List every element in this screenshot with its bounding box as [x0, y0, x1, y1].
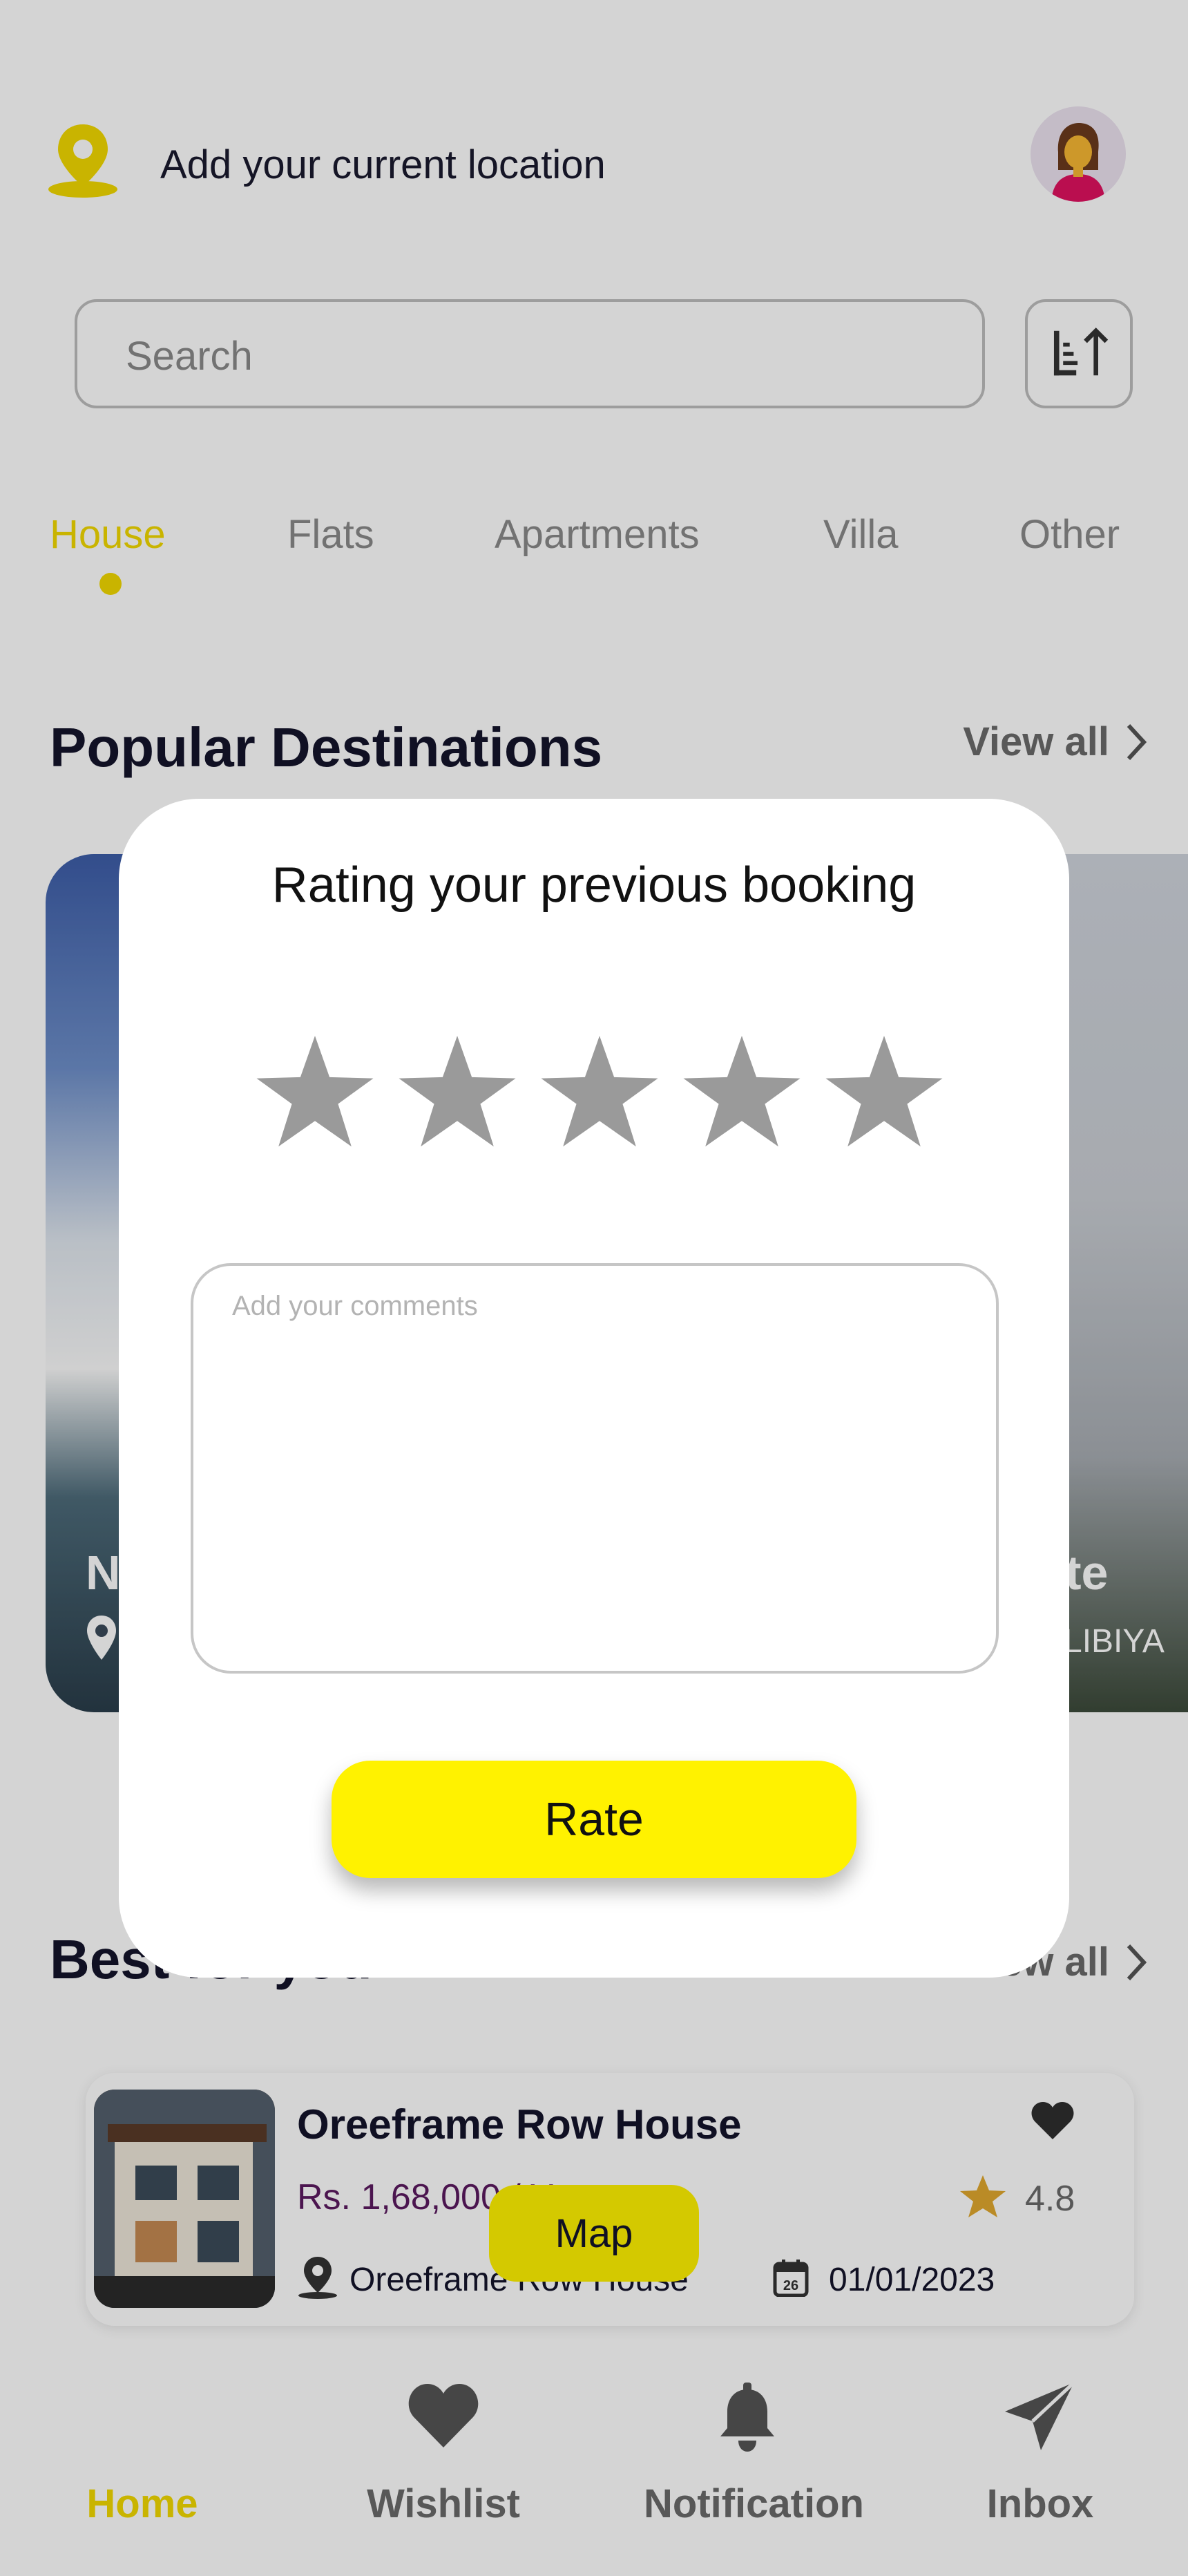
star-rating — [254, 1031, 945, 1153]
star-4-icon[interactable] — [681, 1031, 803, 1153]
rate-button[interactable]: Rate — [332, 1761, 856, 1878]
rating-dialog: Rating your previous booking Rate — [119, 799, 1069, 1978]
dialog-title: Rating your previous booking — [271, 858, 917, 913]
comments-field[interactable] — [191, 1263, 999, 1674]
star-1-icon[interactable] — [254, 1031, 376, 1153]
home-screen: Add your current location House Flats Ap… — [0, 0, 1188, 2576]
star-5-icon[interactable] — [823, 1031, 945, 1153]
star-2-icon[interactable] — [396, 1031, 518, 1153]
star-3-icon[interactable] — [539, 1031, 660, 1153]
